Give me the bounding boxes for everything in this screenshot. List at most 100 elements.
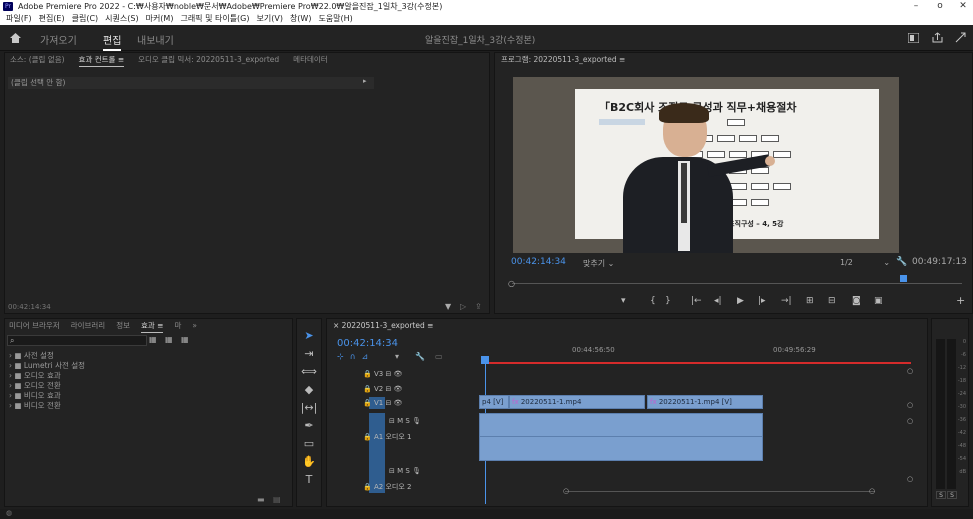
tab-audio-clip-mixer[interactable]: 오디오 클립 믹서: 20220511-3_exported xyxy=(138,53,279,67)
tab-metadata[interactable]: 메타데이터 xyxy=(293,53,328,67)
fullscreen-icon[interactable] xyxy=(955,32,966,43)
type-tool-icon[interactable]: T xyxy=(300,471,318,489)
ripple-edit-tool-icon[interactable]: ⟺ xyxy=(300,363,318,381)
sync-lock-icon[interactable]: ⊟ xyxy=(389,467,395,475)
razor-tool-icon[interactable]: ◆ xyxy=(300,381,318,399)
rectangle-tool-icon[interactable]: ▭ xyxy=(300,435,318,453)
accelerated-effects-icon[interactable]: ▦ xyxy=(149,335,157,344)
minimize-button[interactable]: – xyxy=(904,0,928,13)
eye-icon[interactable]: 👁 xyxy=(394,370,403,378)
tab-export[interactable]: 내보내기 xyxy=(137,32,174,47)
go-to-in-icon[interactable]: |← xyxy=(691,296,702,306)
track-a1[interactable]: 🔒 A1 오디오 1 xyxy=(363,431,411,443)
32bit-effects-icon[interactable]: ▦ xyxy=(165,335,173,344)
hand-tool-icon[interactable]: ✋ xyxy=(300,453,318,471)
timeline-timecode[interactable]: 00:42:14:34 xyxy=(337,338,398,349)
add-marker-icon[interactable]: ▾ xyxy=(621,296,626,306)
tab-info[interactable]: 정보 xyxy=(116,319,130,333)
wrench-icon[interactable]: 🔧 xyxy=(415,352,425,361)
export-frame-icon[interactable]: ⇪ xyxy=(475,302,482,311)
close-button[interactable]: ✕ xyxy=(951,0,973,13)
clip-v1-a[interactable]: p4 [V] xyxy=(479,395,509,409)
tab-source[interactable]: 소스: (클립 없음) xyxy=(10,53,65,67)
lock-icon[interactable]: 🔒 xyxy=(363,433,372,441)
track-scroll-handle-icon[interactable]: ○ xyxy=(907,367,913,375)
extract-icon[interactable]: ⊟ xyxy=(828,296,836,306)
track-scroll-handle-icon[interactable]: ○ xyxy=(907,401,913,409)
pen-tool-icon[interactable]: ✒ xyxy=(300,417,318,435)
lock-icon[interactable]: 🔒 xyxy=(363,399,372,407)
clip-v1-b[interactable]: fx 20220511-1.mp4 xyxy=(509,395,645,409)
mic-icon[interactable]: 🎙 xyxy=(412,417,421,425)
menu-file[interactable]: 파일(F) xyxy=(6,13,32,25)
quick-export-icon[interactable] xyxy=(908,33,919,43)
program-video-frame[interactable]: 「B2C회사 조직도 구성과 직무+채용절차 로 할 기타 조직구성 – 4, … xyxy=(513,77,899,253)
sync-lock-icon[interactable]: ⊟ xyxy=(389,417,395,425)
timeline-zoom-scrollbar[interactable] xyxy=(565,491,875,492)
menu-help[interactable]: 도움말(H) xyxy=(318,13,352,25)
captions-icon[interactable]: ▭ xyxy=(435,352,443,361)
eye-icon[interactable]: 👁 xyxy=(394,399,403,407)
lift-icon[interactable]: ⊞ xyxy=(806,296,814,306)
solo-button[interactable]: S xyxy=(405,467,409,475)
comparison-view-icon[interactable]: ▣ xyxy=(874,296,883,306)
tab-edit[interactable]: 편집 xyxy=(103,32,122,51)
collapse-arrow-icon[interactable]: ▸ xyxy=(363,77,367,85)
clip-v1-c[interactable]: fx 20220511-1.mp4 [V] xyxy=(647,395,763,409)
track-scroll-handle-icon[interactable]: ○ xyxy=(907,417,913,425)
track-v2[interactable]: 🔒 V2 ⊟ 👁 xyxy=(363,383,402,395)
fit-dropdown[interactable]: 맞추기 ⌄ xyxy=(583,258,614,269)
program-scrub-bar[interactable] xyxy=(512,283,962,284)
tab-import[interactable]: 가져오기 xyxy=(40,32,77,47)
sync-lock-icon[interactable]: ⊟ xyxy=(385,385,391,393)
track-a2-controls[interactable]: ⊟ M S 🎙 xyxy=(389,465,421,477)
overflow-tabs-icon[interactable]: » xyxy=(192,319,197,333)
menu-edit[interactable]: 편집(E) xyxy=(39,13,65,25)
tree-item-video-effects[interactable]: › ■ 비디오 효과 xyxy=(9,391,209,401)
zoom-left-handle-icon[interactable]: ○ xyxy=(563,487,569,495)
track-scroll-handle-icon[interactable]: ○ xyxy=(907,475,913,483)
solo-left-button[interactable]: S xyxy=(936,491,946,499)
add-button-icon[interactable]: + xyxy=(956,294,965,307)
camera-icon[interactable]: ◙ xyxy=(852,296,861,306)
go-to-out-icon[interactable]: →| xyxy=(781,296,792,306)
track-a2[interactable]: 🔒 A2 오디오 2 xyxy=(363,481,411,493)
solo-button[interactable]: S xyxy=(405,417,409,425)
tree-item-presets[interactable]: › ■ 사전 설정 xyxy=(9,351,209,361)
menu-graphics[interactable]: 그래픽 및 타이틀(G) xyxy=(180,13,249,25)
sync-lock-icon[interactable]: ⊟ xyxy=(385,370,391,378)
menu-clip[interactable]: 클립(C) xyxy=(72,13,99,25)
tab-library[interactable]: 라이브러리 xyxy=(71,319,106,333)
new-bin-icon[interactable]: ▬ xyxy=(257,495,265,504)
step-forward-icon[interactable]: |▸ xyxy=(758,296,766,306)
marker-icon[interactable]: ▾ xyxy=(395,352,399,361)
lock-icon[interactable]: 🔒 xyxy=(363,483,372,491)
close-sequence-icon[interactable]: × xyxy=(333,321,342,330)
effects-search-input[interactable]: ⌕ xyxy=(7,335,147,346)
mic-icon[interactable]: 🎙 xyxy=(412,467,421,475)
track-select-tool-icon[interactable]: ⇥ xyxy=(300,345,318,363)
mark-out-icon[interactable]: } xyxy=(665,296,671,306)
selection-tool-icon[interactable]: ➤ xyxy=(300,327,318,345)
sync-lock-icon[interactable]: ⊟ xyxy=(385,399,391,407)
slip-tool-icon[interactable]: |↔| xyxy=(300,399,318,417)
tree-item-audio-transitions[interactable]: › ■ 오디오 전환 xyxy=(9,381,209,391)
tree-item-audio-effects[interactable]: › ■ 오디오 효과 xyxy=(9,371,209,381)
track-a1-controls[interactable]: ⊟ M S 🎙 xyxy=(389,415,421,427)
lock-icon[interactable]: 🔒 xyxy=(363,385,372,393)
playhead-handle[interactable] xyxy=(481,356,489,364)
track-v1[interactable]: 🔒 V1 ⊟ 👁 xyxy=(363,397,402,409)
tab-effect-controls[interactable]: 효과 컨트롤 ≡ xyxy=(78,53,125,67)
tree-item-lumetri-presets[interactable]: › ■ Lumetri 사전 설정 xyxy=(9,361,209,371)
program-current-timecode[interactable]: 00:42:14:34 xyxy=(511,257,566,267)
wrench-icon[interactable]: 🔧 xyxy=(896,257,907,267)
lock-icon[interactable]: 🔒 xyxy=(363,370,372,378)
tab-media-browser[interactable]: 미디어 브라우저 xyxy=(9,319,60,333)
menu-view[interactable]: 보기(V) xyxy=(257,13,283,25)
mute-button[interactable]: M xyxy=(397,467,403,475)
eye-icon[interactable]: 👁 xyxy=(394,385,403,393)
menu-sequence[interactable]: 시퀀스(S) xyxy=(105,13,138,25)
sequence-tab[interactable]: 20220511-3_exported ≡ xyxy=(342,321,434,330)
filter-icon[interactable]: ▼ xyxy=(445,302,451,311)
share-icon[interactable] xyxy=(932,32,943,43)
